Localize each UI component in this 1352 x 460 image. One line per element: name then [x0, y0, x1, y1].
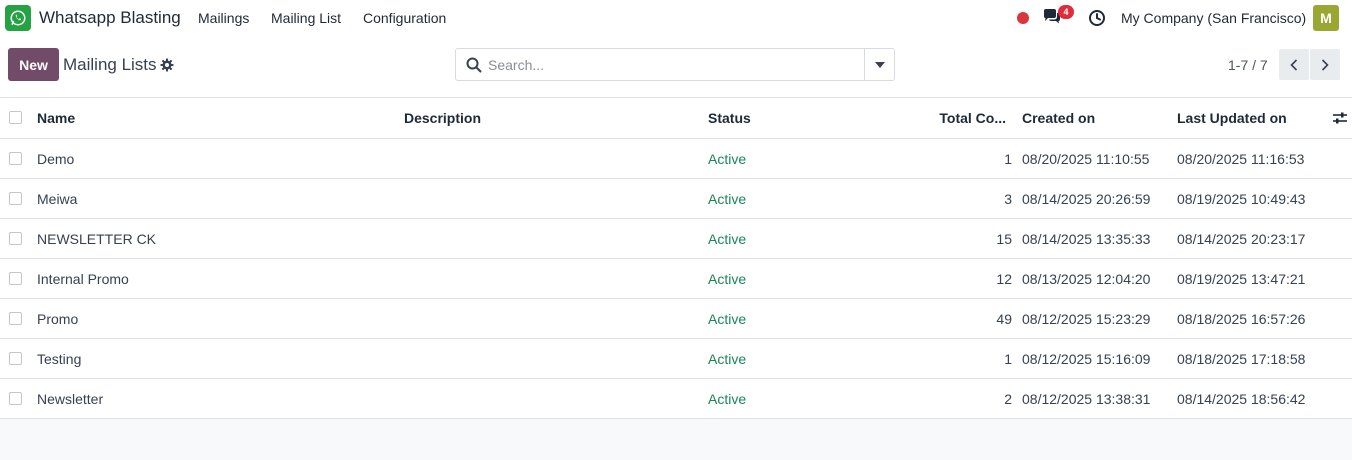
cell-created-on: 08/12/2025 15:16:09 [1022, 350, 1151, 367]
cell-created-on: 08/12/2025 15:23:29 [1022, 310, 1151, 327]
clock-icon[interactable] [1088, 9, 1106, 27]
search-bar [455, 48, 895, 81]
table-row[interactable]: Promo Active 49 08/12/2025 15:23:29 08/18/20… [0, 299, 1352, 339]
chevron-left-icon [1290, 58, 1298, 71]
top-navbar: Whatsapp Blasting Mailings Mailing List … [0, 0, 1352, 36]
search-input[interactable] [488, 55, 858, 75]
table-header: Name Description Status Total Co... Crea… [0, 98, 1352, 139]
cell-last-updated-on: 08/14/2025 18:56:42 [1177, 390, 1306, 407]
app-title[interactable]: Whatsapp Blasting [39, 8, 181, 28]
search-icon [466, 57, 482, 73]
cell-total-contacts: 15 [996, 230, 1012, 247]
cell-created-on: 08/20/2025 11:10:55 [1022, 150, 1150, 167]
cell-last-updated-on: 08/19/2025 13:47:21 [1177, 270, 1306, 287]
row-checkbox[interactable] [9, 312, 22, 325]
menu-mailings[interactable]: Mailings [198, 10, 249, 26]
chevron-right-icon [1321, 58, 1329, 71]
column-header-total-contacts[interactable]: Total Co... [930, 98, 1006, 138]
company-switcher[interactable]: My Company (San Francisco) [1121, 10, 1306, 26]
status-dot-icon[interactable] [1017, 12, 1029, 24]
cell-last-updated-on: 08/18/2025 16:57:26 [1177, 310, 1306, 327]
page-title: Mailing Lists [63, 55, 157, 74]
cell-status: Active [708, 150, 747, 167]
optional-columns-icon[interactable] [1332, 111, 1348, 125]
cell-name: Meiwa [37, 190, 78, 207]
table-row[interactable]: Demo Active 1 08/20/2025 11:10:55 08/20/2025… [0, 139, 1352, 179]
cell-last-updated-on: 08/19/2025 10:49:43 [1177, 190, 1306, 207]
row-checkbox[interactable] [9, 272, 22, 285]
table-body: Demo Active 1 08/20/2025 11:10:55 08/20/2025… [0, 139, 1352, 419]
column-header-name[interactable]: Name [37, 98, 75, 138]
row-checkbox[interactable] [9, 152, 22, 165]
cell-total-contacts: 12 [996, 270, 1012, 287]
message-count-badge: 4 [1058, 5, 1074, 19]
column-header-created-on[interactable]: Created on [1022, 98, 1095, 138]
table-row[interactable]: Newsletter Active 2 08/12/2025 13:38:31 08/1… [0, 379, 1352, 419]
cell-created-on: 08/14/2025 13:35:33 [1022, 230, 1151, 247]
new-button[interactable]: New [8, 48, 59, 81]
cell-name: NEWSLETTER CK [37, 230, 157, 247]
cell-total-contacts: 3 [1004, 190, 1012, 207]
cell-status: Active [708, 310, 747, 327]
cell-created-on: 08/14/2025 20:26:59 [1022, 190, 1151, 207]
gear-icon[interactable] [160, 58, 174, 72]
user-avatar[interactable]: M [1313, 5, 1339, 31]
cell-created-on: 08/13/2025 12:04:20 [1022, 270, 1151, 287]
cell-status: Active [708, 190, 747, 207]
cell-status: Active [708, 390, 747, 407]
mailing-lists-table: Name Description Status Total Co... Crea… [0, 98, 1352, 419]
table-row[interactable]: NEWSLETTER CK Active 15 08/14/2025 13:35:33… [0, 219, 1352, 259]
search-options-toggle[interactable] [864, 49, 894, 80]
cell-status: Active [708, 230, 747, 247]
pager-next-button[interactable] [1310, 49, 1340, 80]
cell-name: Testing [37, 350, 82, 367]
row-checkbox[interactable] [9, 352, 22, 365]
column-header-status[interactable]: Status [708, 98, 751, 138]
menu-configuration[interactable]: Configuration [363, 10, 446, 26]
menu-mailing-list[interactable]: Mailing List [271, 10, 341, 26]
cell-total-contacts: 1 [1004, 350, 1012, 367]
cell-name: Internal Promo [37, 270, 129, 287]
cell-total-contacts: 2 [1004, 390, 1012, 407]
cell-last-updated-on: 08/18/2025 17:18:58 [1177, 350, 1306, 367]
cell-status: Active [708, 270, 747, 287]
whatsapp-icon[interactable] [5, 5, 31, 31]
cell-total-contacts: 49 [996, 310, 1012, 327]
cell-last-updated-on: 08/20/2025 11:16:53 [1177, 150, 1305, 167]
row-checkbox[interactable] [9, 192, 22, 205]
cell-name: Newsletter [37, 390, 104, 407]
column-header-last-updated-on[interactable]: Last Updated on [1177, 98, 1287, 138]
cell-status: Active [708, 350, 747, 367]
control-panel: New Mailing Lists 1-7 / 7 [0, 36, 1352, 98]
cell-name: Promo [37, 310, 79, 327]
cell-last-updated-on: 08/14/2025 20:23:17 [1177, 230, 1306, 247]
cell-created-on: 08/12/2025 13:38:31 [1022, 390, 1151, 407]
cell-total-contacts: 1 [1004, 150, 1012, 167]
pager-previous-button[interactable] [1279, 49, 1309, 80]
pager-value[interactable]: 1-7 / 7 [1228, 57, 1268, 73]
cell-name: Demo [37, 150, 75, 167]
select-all-checkbox[interactable] [9, 111, 22, 124]
row-checkbox[interactable] [9, 392, 22, 405]
column-header-description[interactable]: Description [404, 98, 481, 138]
table-row[interactable]: Meiwa Active 3 08/14/2025 20:26:59 08/19/202… [0, 179, 1352, 219]
row-checkbox[interactable] [9, 232, 22, 245]
table-row[interactable]: Testing Active 1 08/12/2025 15:16:09 08/18/2… [0, 339, 1352, 379]
caret-down-icon [874, 61, 885, 68]
table-row[interactable]: Internal Promo Active 12 08/13/2025 12:04:2… [0, 259, 1352, 299]
